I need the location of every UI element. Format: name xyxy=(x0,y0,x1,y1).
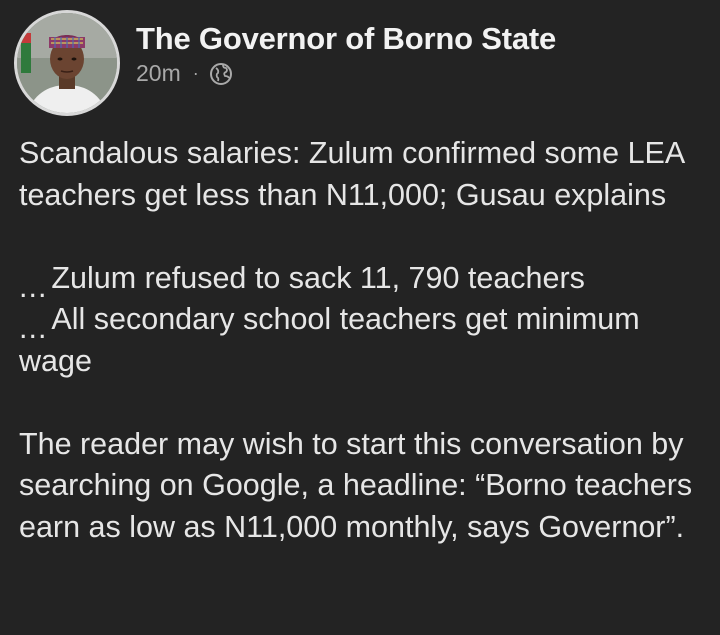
meta-separator: · xyxy=(192,63,199,83)
post-time[interactable]: 20m xyxy=(136,60,181,87)
bullet-item: ... Zulum refused to sack 11, 790 teacher… xyxy=(19,258,709,304)
avatar-image xyxy=(17,13,117,113)
post-header: The Governor of Borno State 20m · xyxy=(14,10,556,116)
bullet-text: Zulum refused to sack 11, 790 teachers xyxy=(51,260,585,295)
bullet-marker: ... xyxy=(19,269,48,304)
avatar[interactable] xyxy=(14,10,120,116)
meta-row: 20m · xyxy=(136,60,556,87)
bullet-text: All secondary school teachers get minimu… xyxy=(19,302,640,378)
bullet-marker: ... xyxy=(19,311,48,345)
post-body: Scandalous salaries: Zulum confirmed som… xyxy=(19,133,709,548)
post-paragraph-headline: Scandalous salaries: Zulum confirmed som… xyxy=(19,136,684,212)
post-paragraph-closing: The reader may wish to start this conver… xyxy=(19,426,693,544)
bullet-list: ... Zulum refused to sack 11, 790 teacher… xyxy=(19,258,709,383)
globe-icon xyxy=(209,62,232,85)
author-name[interactable]: The Governor of Borno State xyxy=(136,20,556,58)
bullet-item: ... All secondary school teachers get min… xyxy=(19,302,640,378)
post-meta: The Governor of Borno State 20m · xyxy=(136,20,556,87)
